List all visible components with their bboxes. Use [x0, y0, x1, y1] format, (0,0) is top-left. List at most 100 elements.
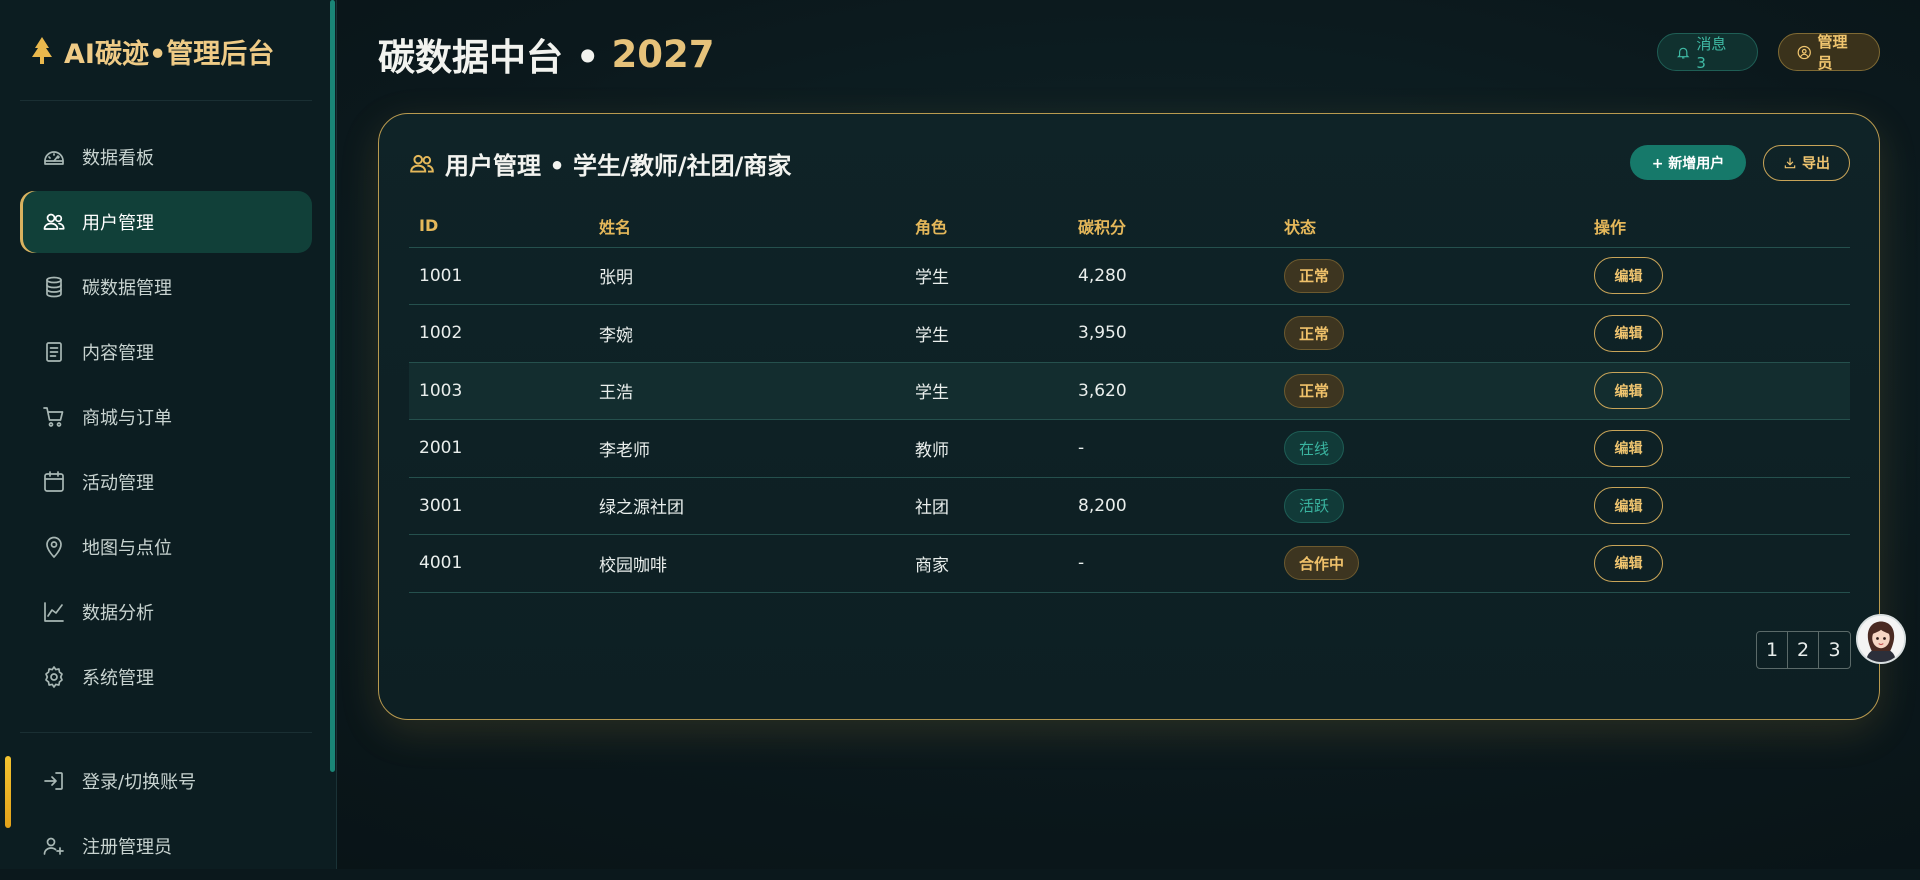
sidebar-item-register-admin[interactable]: 注册管理员 [20, 815, 312, 877]
sidebar-item-label: 数据看板 [82, 148, 154, 169]
dashboard-icon [44, 151, 64, 165]
column-header-id[interactable]: ID [409, 205, 589, 248]
cell-actions: 编辑 [1584, 304, 1850, 363]
column-header-name[interactable]: 姓名 [589, 205, 905, 248]
page-button-2[interactable]: 2 [1788, 632, 1819, 668]
table-row[interactable]: 1001 张明 学生 4,280 正常 编辑 [409, 247, 1850, 305]
page-button-3[interactable]: 3 [1819, 632, 1850, 668]
edit-button[interactable]: 编辑 [1594, 544, 1663, 582]
table-row[interactable]: 4001 校园咖啡 商家 - 合作中 编辑 [409, 534, 1850, 593]
sidebar-item-label: 用户管理 [82, 213, 154, 234]
download-icon [1784, 157, 1796, 169]
column-header-role[interactable]: 角色 [905, 205, 1068, 248]
calendar-icon [44, 471, 64, 492]
tree-icon [32, 37, 52, 64]
sidebar-item-activities[interactable]: 活动管理 [20, 451, 312, 513]
sidebar: AI碳迹•管理后台 数据看板 用户管理 碳数据管理 内容管理 商城与订单 活动管… [0, 0, 337, 869]
sidebar-item-system[interactable]: 系统管理 [20, 646, 312, 708]
cell-status: 合作中 [1274, 534, 1584, 593]
table-row[interactable]: 1003 王浩 学生 3,620 正常 编辑 [409, 362, 1850, 420]
table-row[interactable]: 1002 李婉 学生 3,950 正常 编辑 [409, 304, 1850, 363]
cell-points: - [1068, 534, 1274, 593]
cell-status: 在线 [1274, 419, 1584, 478]
table-row[interactable]: 2001 李老师 教师 - 在线 编辑 [409, 419, 1850, 478]
cell-actions: 编辑 [1584, 534, 1850, 593]
sidebar-item-users[interactable]: 用户管理 [20, 191, 312, 253]
edit-button[interactable]: 编辑 [1594, 372, 1663, 410]
cell-id: 1001 [409, 247, 589, 305]
user-circle-icon [1797, 45, 1811, 59]
assistant-avatar[interactable] [1856, 614, 1906, 664]
users-icon [410, 154, 434, 173]
status-badge: 合作中 [1284, 546, 1360, 581]
table-header-row: ID 姓名 角色 碳积分 状态 操作 [409, 205, 1850, 248]
login-icon [44, 772, 63, 790]
cell-name: 绿之源社团 [589, 477, 905, 535]
cell-name: 李老师 [589, 419, 905, 478]
cell-role: 学生 [905, 362, 1068, 420]
edit-button[interactable]: 编辑 [1594, 257, 1663, 295]
cell-points: 4,280 [1068, 247, 1274, 305]
cell-status: 正常 [1274, 247, 1584, 305]
edit-button[interactable]: 编辑 [1594, 314, 1663, 352]
sidebar-item-label: 数据分析 [82, 603, 154, 624]
cell-id: 3001 [409, 477, 589, 535]
users-icon [43, 213, 65, 230]
sidebar-item-label: 内容管理 [82, 343, 154, 364]
messages-button[interactable]: 消息 3 [1657, 33, 1758, 72]
left-accent-bar [5, 756, 11, 828]
status-badge: 在线 [1284, 431, 1345, 466]
cell-role: 学生 [905, 304, 1068, 363]
sidebar-item-label: 地图与点位 [82, 538, 172, 559]
status-badge: 正常 [1284, 373, 1345, 408]
cell-role: 商家 [905, 534, 1068, 593]
sidebar-item-map[interactable]: 地图与点位 [20, 516, 312, 578]
cell-name: 李婉 [589, 304, 905, 363]
cell-status: 正常 [1274, 362, 1584, 420]
cell-actions: 编辑 [1584, 419, 1850, 478]
add-user-button[interactable]: + 新增用户 [1630, 145, 1746, 180]
page-title-year: 2027 [611, 32, 715, 76]
column-header-points[interactable]: 碳积分 [1068, 205, 1274, 248]
column-header-status[interactable]: 状态 [1274, 205, 1584, 248]
table-row[interactable]: 3001 绿之源社团 社团 8,200 活跃 编辑 [409, 477, 1850, 535]
cell-id: 4001 [409, 534, 589, 593]
cell-actions: 编辑 [1584, 477, 1850, 535]
export-label: 导出 [1802, 156, 1830, 172]
cell-actions: 编辑 [1584, 247, 1850, 305]
sidebar-item-analytics[interactable]: 数据分析 [20, 581, 312, 643]
sidebar-item-label: 商城与订单 [82, 408, 172, 429]
column-header-actions: 操作 [1584, 205, 1850, 248]
brand-title: AI碳迹•管理后台 [64, 38, 275, 70]
sidebar-item-label: 系统管理 [82, 668, 154, 689]
cell-points: 8,200 [1068, 477, 1274, 535]
status-badge: 活跃 [1284, 488, 1345, 523]
sidebar-item-login[interactable]: 登录/切换账号 [20, 750, 312, 812]
document-icon [46, 342, 62, 362]
edit-button[interactable]: 编辑 [1594, 487, 1663, 525]
edit-button[interactable]: 编辑 [1594, 429, 1663, 467]
sidebar-item-label: 登录/切换账号 [82, 772, 197, 793]
assistant-face-icon [1858, 616, 1904, 662]
sidebar-divider [20, 100, 312, 101]
brand-logo[interactable]: AI碳迹•管理后台 [30, 30, 274, 72]
page-title-text: 碳数据中台 • [378, 36, 600, 79]
status-badge: 正常 [1284, 258, 1345, 293]
sidebar-item-carbon-data[interactable]: 碳数据管理 [20, 256, 312, 318]
page-title: 碳数据中台 • 2027 [378, 27, 715, 81]
sidebar-item-label: 碳数据管理 [82, 278, 172, 299]
export-button[interactable]: 导出 [1763, 145, 1850, 181]
panel-title-text: 用户管理 • 学生/教师/社团/商家 [445, 152, 792, 180]
sidebar-item-shop-orders[interactable]: 商城与订单 [20, 386, 312, 448]
cell-name: 王浩 [589, 362, 905, 420]
sidebar-item-dashboard[interactable]: 数据看板 [20, 126, 312, 188]
sidebar-item-content[interactable]: 内容管理 [20, 321, 312, 383]
cell-actions: 编辑 [1584, 362, 1850, 420]
cell-id: 2001 [409, 419, 589, 478]
sidebar-scrollbar[interactable] [330, 0, 335, 772]
cell-status: 正常 [1274, 304, 1584, 363]
cell-status: 活跃 [1274, 477, 1584, 535]
page-button-1[interactable]: 1 [1757, 632, 1788, 668]
map-pin-icon [46, 536, 62, 558]
admin-button[interactable]: 管理员 [1778, 33, 1880, 72]
